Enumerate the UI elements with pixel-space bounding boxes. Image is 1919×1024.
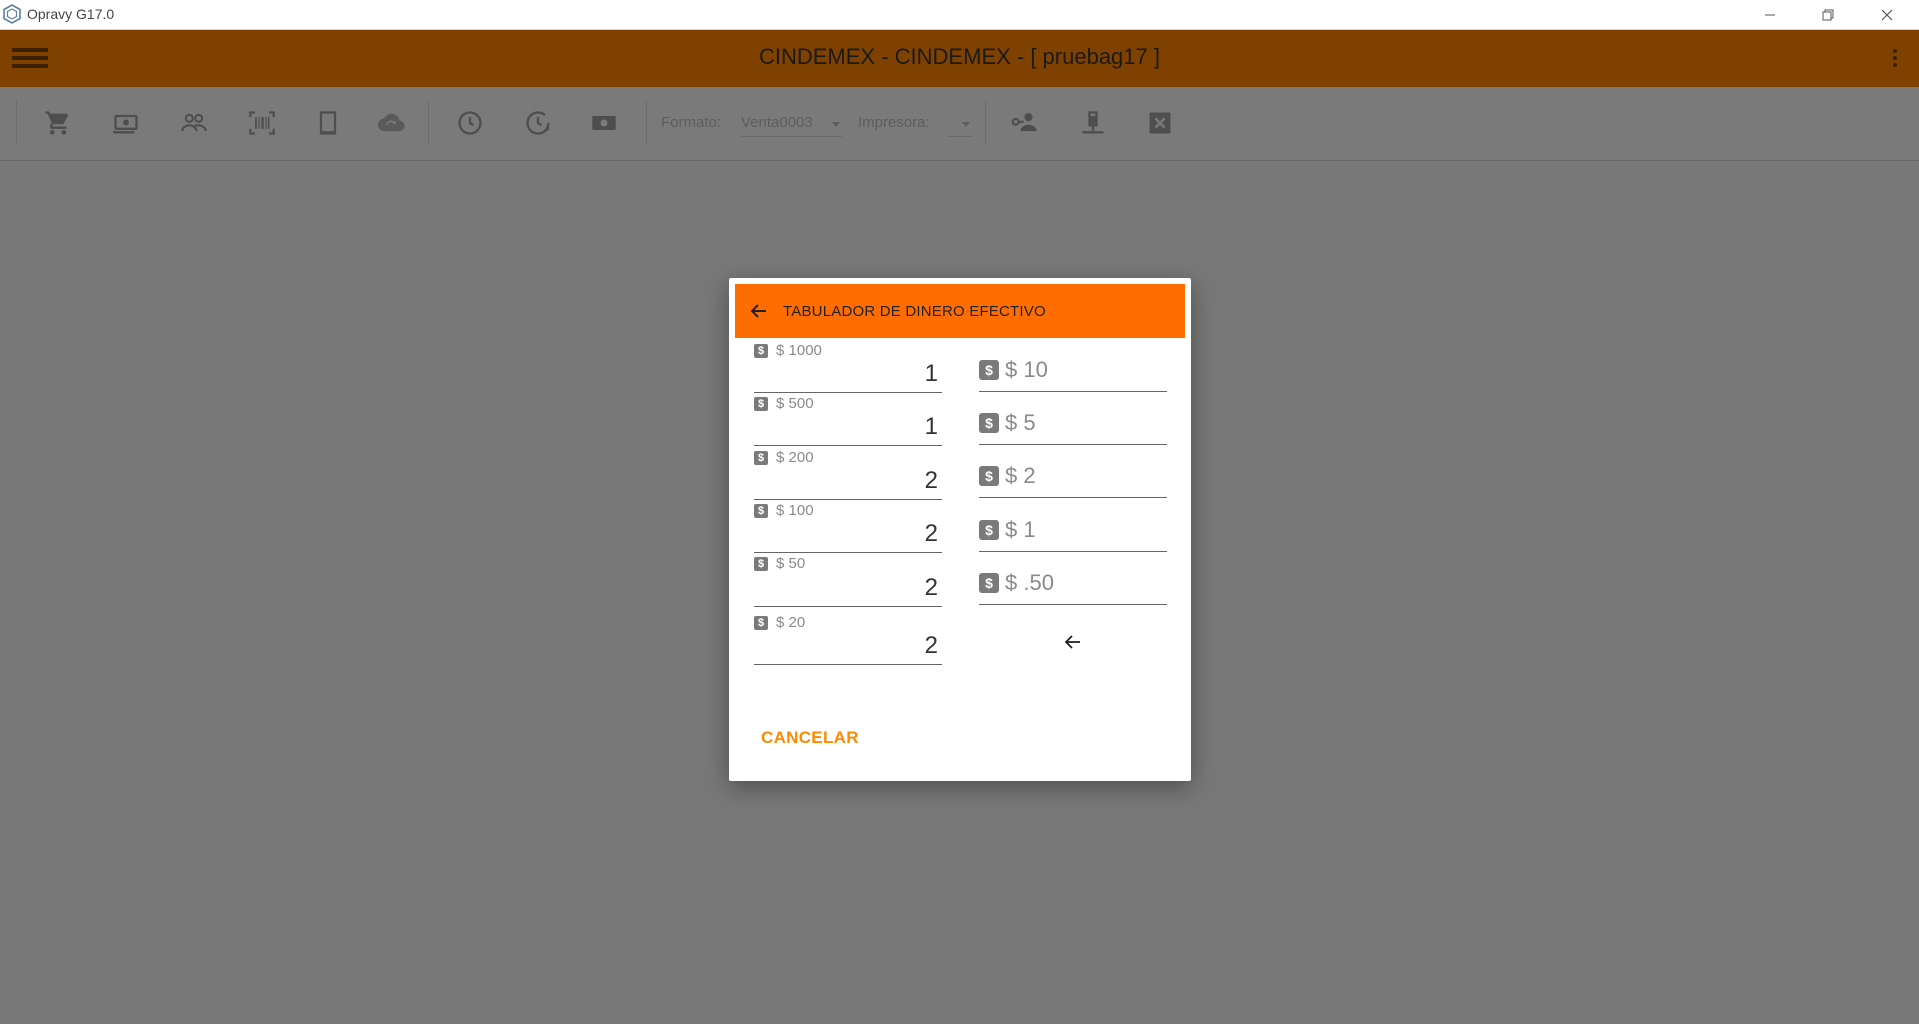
field-value: 2 [924, 467, 938, 494]
toolbar-divider [16, 101, 17, 145]
field-placeholder: $ .50 [1005, 570, 1054, 595]
back-arrow-icon[interactable] [749, 302, 769, 320]
field-value: 2 [924, 520, 938, 547]
field-underline [979, 497, 1167, 498]
dialog-title: TABULADOR DE DINERO EFECTIVO [783, 303, 1046, 320]
users-icon[interactable] [180, 109, 208, 137]
field-underline [754, 499, 942, 500]
backspace-arrow-icon[interactable] [1064, 634, 1082, 650]
denomination-2-field[interactable]: $ $ 2 [979, 454, 1167, 498]
field-placeholder: $ 1 [1005, 517, 1036, 542]
denomination-50-field[interactable]: $ $ 50 2 [754, 555, 942, 607]
barcode-icon[interactable] [248, 109, 276, 137]
chevron-down-icon [962, 122, 970, 127]
denomination-5-field[interactable]: $ $ 5 [979, 401, 1167, 445]
impresora-select[interactable] [948, 114, 972, 137]
dollar-icon: $ [754, 616, 768, 630]
minimize-button[interactable] [1742, 0, 1798, 29]
window-titlebar: Opravy G17.0 [0, 0, 1919, 30]
field-underline [754, 606, 942, 607]
field-value: 2 [924, 574, 938, 601]
dollar-icon: $ [754, 451, 768, 465]
toolbar-divider [985, 101, 986, 145]
clock-icon[interactable] [456, 109, 484, 137]
field-underline [979, 391, 1167, 392]
printer-server-icon[interactable] [1079, 109, 1107, 137]
field-placeholder: $ 5 [1005, 410, 1036, 435]
denomination-20-field[interactable]: $ $ 20 2 [754, 614, 942, 665]
close-window-button[interactable] [1859, 0, 1915, 29]
field-value: 1 [924, 360, 938, 387]
dollar-icon: $ [979, 360, 999, 380]
denomination-500-field[interactable]: $ $ 500 1 [754, 395, 942, 446]
close-icon [1881, 9, 1893, 20]
dollar-icon: $ [754, 344, 768, 358]
field-underline [979, 604, 1167, 605]
toolbar: Formato: Venta0003 Impresora: [0, 87, 1919, 161]
field-label: $ 1000 [776, 342, 822, 359]
person-key-icon[interactable] [1011, 109, 1039, 137]
cash-tabulator-dialog: TABULADOR DE DINERO EFECTIVO $ $ 1000 1 … [729, 278, 1191, 781]
minimize-icon [1765, 14, 1775, 15]
dollar-icon: $ [754, 557, 768, 571]
denomination-100-field[interactable]: $ $ 100 2 [754, 502, 942, 553]
cancel-button[interactable]: CANCELAR [759, 724, 861, 752]
field-placeholder: $ 10 [1005, 357, 1048, 382]
denomination-1-field[interactable]: $ $ 1 [979, 508, 1167, 552]
impresora-label: Impresora: [858, 114, 930, 131]
field-underline [979, 551, 1167, 552]
denomination-200-field[interactable]: $ $ 200 2 [754, 449, 942, 500]
denomination-10-field[interactable]: $ $ 10 [979, 348, 1167, 392]
cloud-sync-icon[interactable] [377, 109, 405, 137]
field-underline [754, 664, 942, 665]
field-label: $ 50 [776, 555, 806, 572]
tablet-icon[interactable] [314, 109, 342, 137]
denomination-50c-field[interactable]: $ $ .50 [979, 561, 1167, 605]
dollar-icon: $ [754, 397, 768, 411]
denomination-1000-field[interactable]: $ $ 1000 1 [754, 342, 942, 393]
chevron-down-icon [832, 122, 840, 127]
field-label: $ 200 [776, 449, 814, 466]
field-label: $ 20 [776, 614, 806, 631]
cart-icon[interactable] [44, 109, 72, 137]
formato-select[interactable]: Venta0003 [741, 114, 842, 137]
restore-icon [1822, 9, 1834, 20]
toolbar-divider [646, 101, 647, 145]
page-title: CINDEMEX - CINDEMEX - [ pruebag17 ] [758, 44, 1160, 69]
field-underline [754, 445, 942, 446]
app-header: CINDEMEX - CINDEMEX - [ pruebag17 ] [0, 30, 1919, 87]
app-logo-icon [3, 4, 21, 24]
more-options-icon[interactable] [1893, 46, 1899, 70]
dollar-icon: $ [979, 466, 999, 486]
cash-icon[interactable] [112, 109, 140, 137]
field-underline [754, 392, 942, 393]
field-underline [979, 444, 1167, 445]
toolbar-divider [428, 101, 429, 145]
formato-label: Formato: [661, 114, 722, 131]
field-value: 1 [924, 413, 938, 440]
dollar-icon: $ [754, 504, 768, 518]
restore-button[interactable] [1800, 0, 1856, 29]
clock-history-icon[interactable] [524, 109, 552, 137]
dialog-header: TABULADOR DE DINERO EFECTIVO [735, 284, 1185, 338]
dollar-icon: $ [979, 573, 999, 593]
dollar-icon: $ [979, 413, 999, 433]
field-value: 2 [924, 632, 938, 659]
close-box-icon[interactable] [1146, 109, 1174, 137]
field-label: $ 100 [776, 502, 814, 519]
field-placeholder: $ 2 [1005, 463, 1036, 488]
formato-value: Venta0003 [741, 114, 813, 131]
window-title: Opravy G17.0 [27, 6, 115, 22]
field-underline [754, 552, 942, 553]
money-icon[interactable] [590, 109, 618, 137]
dollar-icon: $ [979, 520, 999, 540]
field-label: $ 500 [776, 395, 814, 412]
